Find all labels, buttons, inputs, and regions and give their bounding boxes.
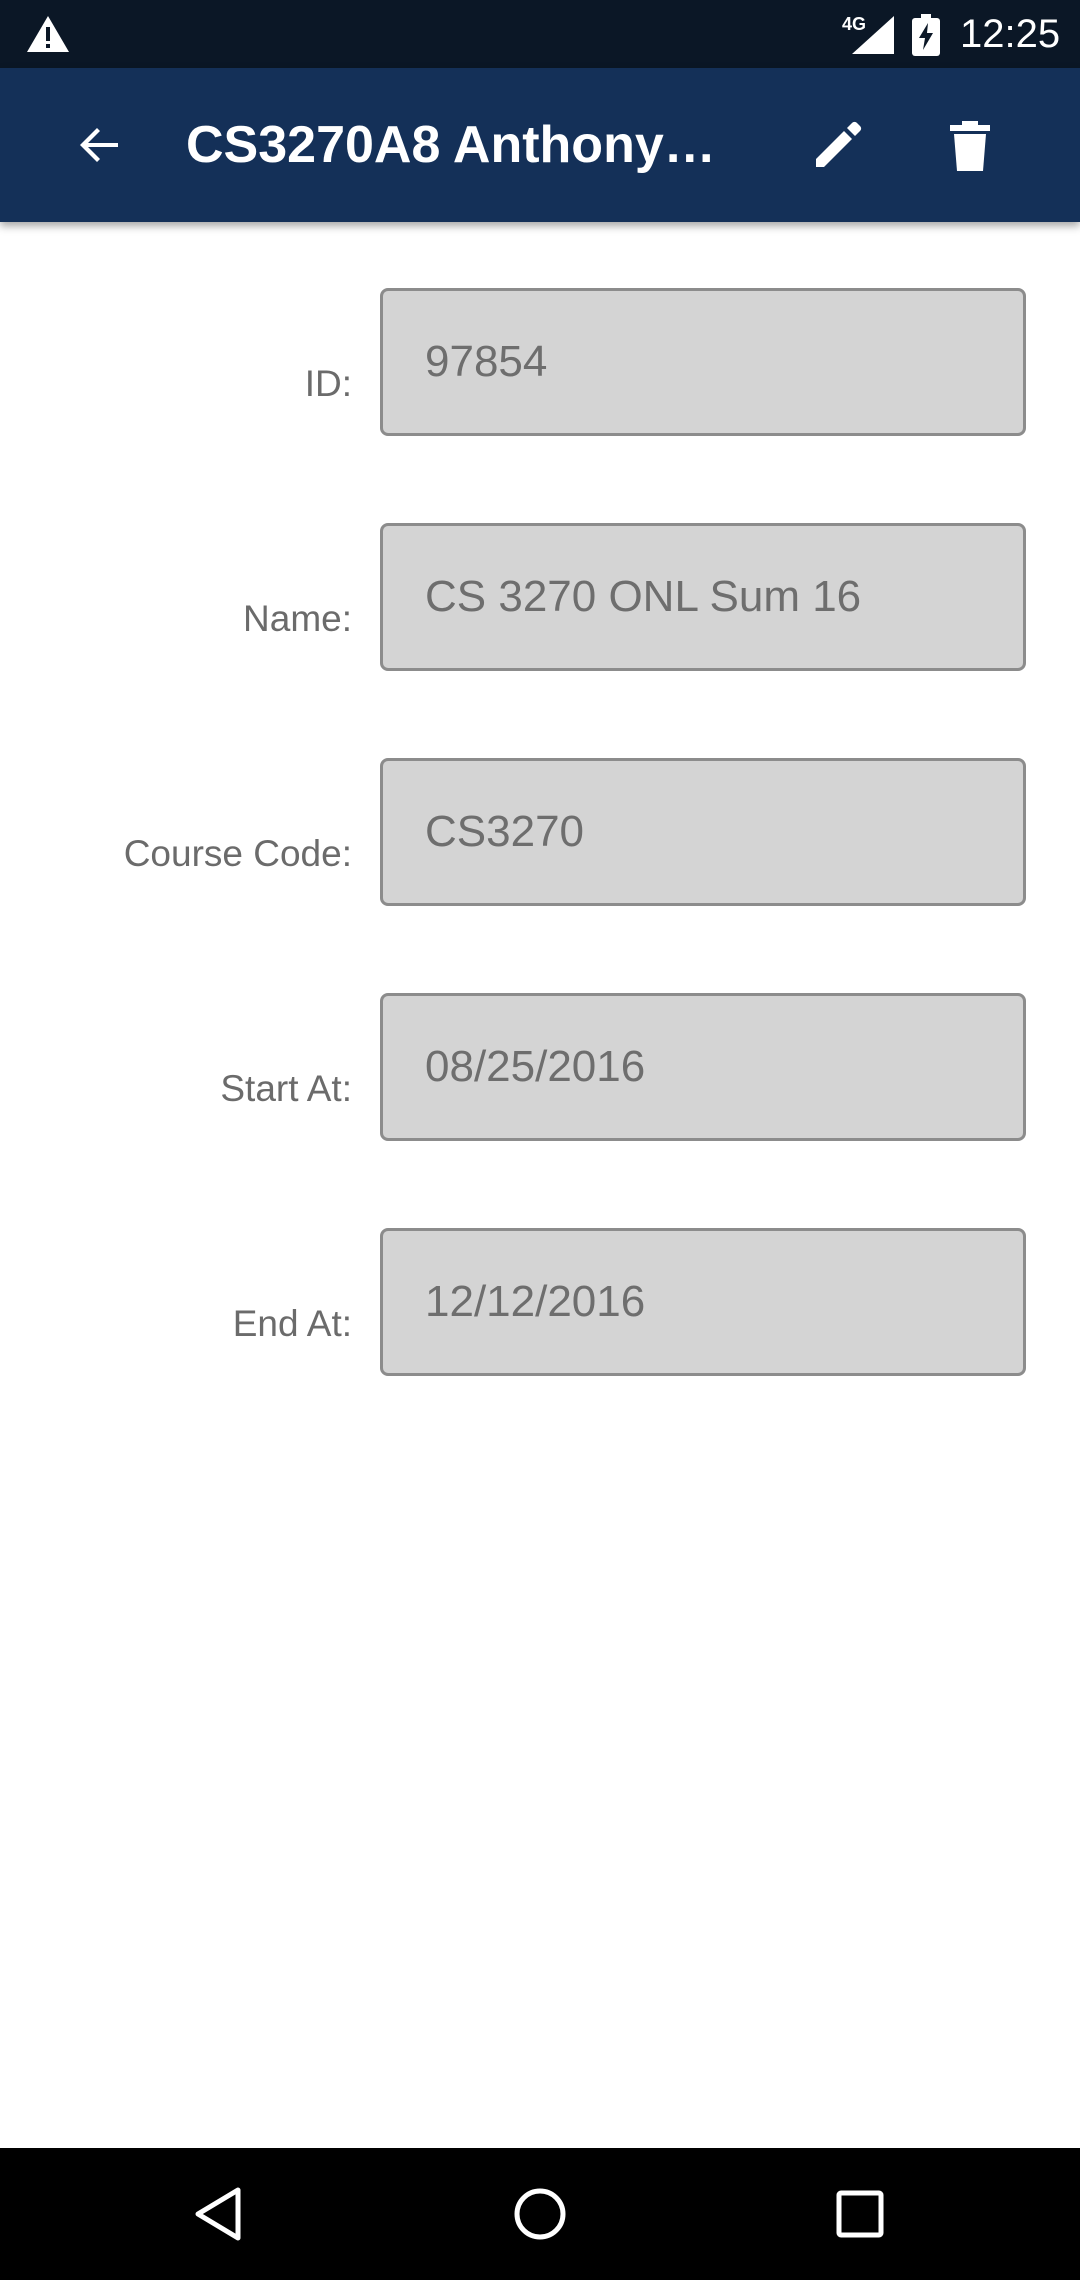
end-at-label: End At: bbox=[232, 1303, 352, 1344]
start-at-label: Start At: bbox=[220, 1068, 352, 1109]
id-field[interactable]: 97854 bbox=[380, 288, 1026, 436]
pencil-icon[interactable] bbox=[806, 113, 870, 177]
system-nav-bar bbox=[0, 2148, 1080, 2280]
form-row-start-at: Start At: 08/25/2016 bbox=[0, 927, 1080, 1162]
course-details-form: ID: 97854 Name: CS 3270 ONL Sum 16 Cours… bbox=[0, 222, 1080, 1397]
clock: 12:25 bbox=[960, 12, 1061, 56]
trash-icon[interactable] bbox=[938, 113, 1002, 177]
status-bar: 4G 12:25 bbox=[0, 0, 1080, 68]
start-at-field[interactable]: 08/25/2016 bbox=[380, 993, 1026, 1141]
form-row-course-code: Course Code: CS3270 bbox=[0, 692, 1080, 927]
signal-icon bbox=[852, 16, 894, 54]
home-icon[interactable] bbox=[510, 2184, 570, 2244]
nav-back-icon[interactable] bbox=[190, 2184, 250, 2244]
course-code-field[interactable]: CS3270 bbox=[380, 758, 1026, 906]
page-title: CS3270A8 Anthony… bbox=[186, 116, 716, 174]
id-label: ID: bbox=[304, 363, 352, 404]
form-row-end-at: End At: 12/12/2016 bbox=[0, 1162, 1080, 1397]
recents-icon[interactable] bbox=[830, 2184, 890, 2244]
form-row-name: Name: CS 3270 ONL Sum 16 bbox=[0, 457, 1080, 692]
name-label: Name: bbox=[243, 598, 352, 639]
form-row-id: ID: 97854 bbox=[0, 222, 1080, 457]
name-field[interactable]: CS 3270 ONL Sum 16 bbox=[380, 523, 1026, 671]
end-at-field[interactable]: 12/12/2016 bbox=[380, 1228, 1026, 1376]
arrow-back-icon[interactable] bbox=[70, 115, 130, 175]
app-bar: CS3270A8 Anthony… bbox=[0, 68, 1080, 222]
battery-charging-icon bbox=[912, 14, 940, 56]
course-code-label: Course Code: bbox=[123, 833, 352, 874]
warning-icon bbox=[27, 16, 69, 52]
